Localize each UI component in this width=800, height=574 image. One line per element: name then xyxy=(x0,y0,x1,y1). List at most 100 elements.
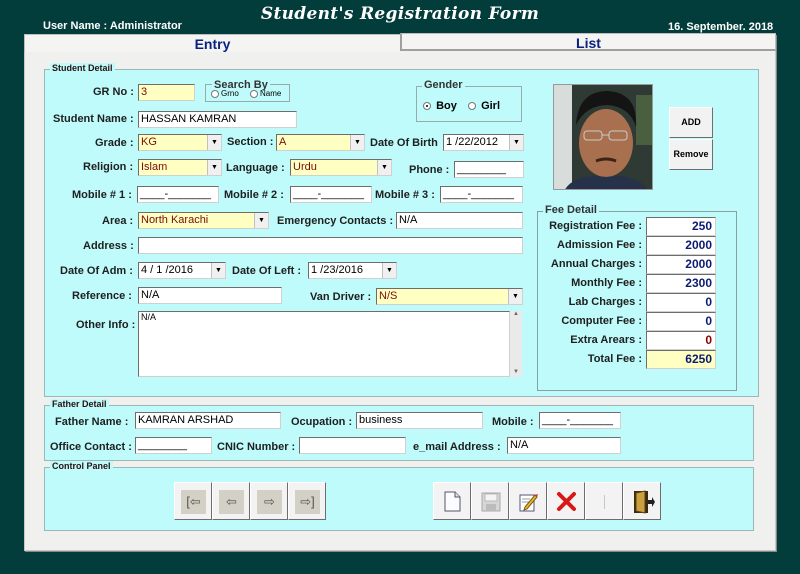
father-name-input[interactable]: KAMRAN ARSHAD xyxy=(135,412,281,429)
edit-record-button[interactable] xyxy=(509,482,547,520)
exit-button[interactable] xyxy=(623,482,661,520)
email-input[interactable]: N/A xyxy=(507,437,621,454)
address-input[interactable] xyxy=(138,237,523,254)
section-label: Section : xyxy=(227,136,274,148)
search-by-grno[interactable]: Grno xyxy=(211,89,239,98)
other-info-scrollbar[interactable]: ▲ ▼ xyxy=(510,311,522,377)
chevron-down-icon[interactable]: ▼ xyxy=(207,160,221,175)
fee-input[interactable]: 0 xyxy=(646,312,716,331)
mobile3-input[interactable]: ____-_______ xyxy=(440,186,523,203)
emergency-input[interactable]: N/A xyxy=(396,212,523,229)
chevron-down-icon[interactable]: ▼ xyxy=(207,135,221,150)
gender-title: Gender xyxy=(422,79,465,91)
mobile1-input[interactable]: ____-_______ xyxy=(137,186,219,203)
section-select[interactable]: A ▼ xyxy=(276,134,365,151)
last-record-button[interactable]: ⇨] xyxy=(288,482,326,520)
father-detail-title: Father Detail xyxy=(50,399,109,409)
previous-record-button[interactable]: ⇦ xyxy=(212,482,250,520)
gender-boy[interactable]: Boy xyxy=(423,100,457,112)
date-adm-label: Date Of Adm : xyxy=(60,265,133,277)
emergency-label: Emergency Contacts : xyxy=(277,215,394,227)
phone-input[interactable]: ________ xyxy=(454,161,524,178)
student-photo xyxy=(553,84,653,190)
previous-arrow-icon: ⇦ xyxy=(219,490,244,514)
fee-label: Total Fee : xyxy=(587,353,642,365)
cnic-input[interactable] xyxy=(299,437,406,454)
date-adm-picker[interactable]: 4 / 1 /2016 ▼ xyxy=(138,262,226,279)
dob-label: Date Of Birth xyxy=(370,137,438,149)
email-label: e_mail Address : xyxy=(413,441,501,453)
area-select[interactable]: North Karachi ▼ xyxy=(138,212,269,229)
fee-input[interactable]: 2000 xyxy=(646,236,716,255)
chevron-down-icon[interactable]: ▼ xyxy=(377,160,391,175)
fee-input[interactable]: 0 xyxy=(646,331,716,350)
fee-label: Extra Arears : xyxy=(570,334,642,346)
language-select[interactable]: Urdu ▼ xyxy=(290,159,392,176)
next-arrow-icon: ⇨ xyxy=(257,490,282,514)
other-info-label: Other Info : xyxy=(76,319,136,331)
fee-label: Lab Charges : xyxy=(568,296,642,308)
religion-select[interactable]: Islam ▼ xyxy=(138,159,222,176)
gender-girl[interactable]: Girl xyxy=(468,100,500,112)
gr-no-input[interactable]: 3 xyxy=(138,84,195,101)
control-panel-title: Control Panel xyxy=(50,461,113,471)
blank-action-button[interactable] xyxy=(585,482,623,520)
date-left-picker[interactable]: 1 /23/2016 ▼ xyxy=(308,262,397,279)
grade-label: Grade : xyxy=(95,137,134,149)
fee-input[interactable]: 250 xyxy=(646,217,716,236)
remove-photo-button[interactable]: Remove xyxy=(669,139,713,170)
chevron-down-icon[interactable]: ▼ xyxy=(508,289,522,304)
other-info-textarea[interactable]: N/A xyxy=(138,311,510,377)
fee-input[interactable]: 2300 xyxy=(646,274,716,293)
grade-select[interactable]: KG ▼ xyxy=(138,134,222,151)
delete-record-button[interactable] xyxy=(547,482,585,520)
tab-entry[interactable]: Entry xyxy=(24,34,400,52)
blank-icon xyxy=(604,495,605,509)
delete-x-icon xyxy=(557,492,576,511)
radio-boy-icon xyxy=(423,102,431,111)
dob-picker[interactable]: 1 /22/2012 ▼ xyxy=(443,134,524,151)
fee-input[interactable]: 2000 xyxy=(646,255,716,274)
first-record-icon: [⇦ xyxy=(181,490,206,514)
cnic-label: CNIC Number : xyxy=(217,441,296,453)
new-record-button[interactable] xyxy=(433,482,471,520)
occupation-label: Ocupation : xyxy=(291,416,353,428)
save-disk-icon xyxy=(481,492,501,512)
student-name-label: Student Name : xyxy=(53,113,134,125)
area-label: Area : xyxy=(102,215,134,227)
next-record-button[interactable]: ⇨ xyxy=(250,482,288,520)
scroll-up-icon[interactable]: ▲ xyxy=(510,311,522,317)
mobile2-input[interactable]: ____-_______ xyxy=(290,186,372,203)
van-driver-label: Van Driver : xyxy=(310,291,372,303)
father-mobile-label: Mobile : xyxy=(492,416,534,428)
save-record-button[interactable] xyxy=(471,482,509,520)
radio-name-icon xyxy=(250,89,258,98)
reference-input[interactable]: N/A xyxy=(138,287,282,304)
student-name-input[interactable]: HASSAN KAMRAN xyxy=(138,111,297,128)
radio-grno-icon xyxy=(211,89,219,98)
chevron-down-icon[interactable]: ▼ xyxy=(254,213,268,228)
van-driver-select[interactable]: N/S ▼ xyxy=(376,288,523,305)
phone-label: Phone : xyxy=(409,164,450,176)
occupation-input[interactable]: business xyxy=(356,412,483,429)
add-photo-button[interactable]: ADD xyxy=(669,107,713,138)
date-label: 16. September. 2018 xyxy=(668,21,774,33)
office-contact-input[interactable]: ________ xyxy=(135,437,212,454)
father-mobile-input[interactable]: ____-_______ xyxy=(539,412,621,429)
first-record-button[interactable]: [⇦ xyxy=(174,482,212,520)
religion-label: Religion : xyxy=(83,161,134,173)
scroll-down-icon[interactable]: ▼ xyxy=(510,369,522,375)
fee-input[interactable]: 0 xyxy=(646,293,716,312)
language-label: Language : xyxy=(226,162,285,174)
fee-label: Registration Fee : xyxy=(549,220,642,232)
radio-girl-icon xyxy=(468,102,476,111)
chevron-down-icon[interactable]: ▼ xyxy=(211,263,225,278)
tab-list[interactable]: List xyxy=(400,33,776,51)
mobile1-label: Mobile # 1 : xyxy=(72,189,132,201)
reference-label: Reference : xyxy=(72,290,132,302)
exit-door-icon xyxy=(634,490,655,514)
chevron-down-icon[interactable]: ▼ xyxy=(382,263,396,278)
search-by-name[interactable]: Name xyxy=(250,89,281,98)
chevron-down-icon[interactable]: ▼ xyxy=(509,135,523,150)
chevron-down-icon[interactable]: ▼ xyxy=(350,135,364,150)
